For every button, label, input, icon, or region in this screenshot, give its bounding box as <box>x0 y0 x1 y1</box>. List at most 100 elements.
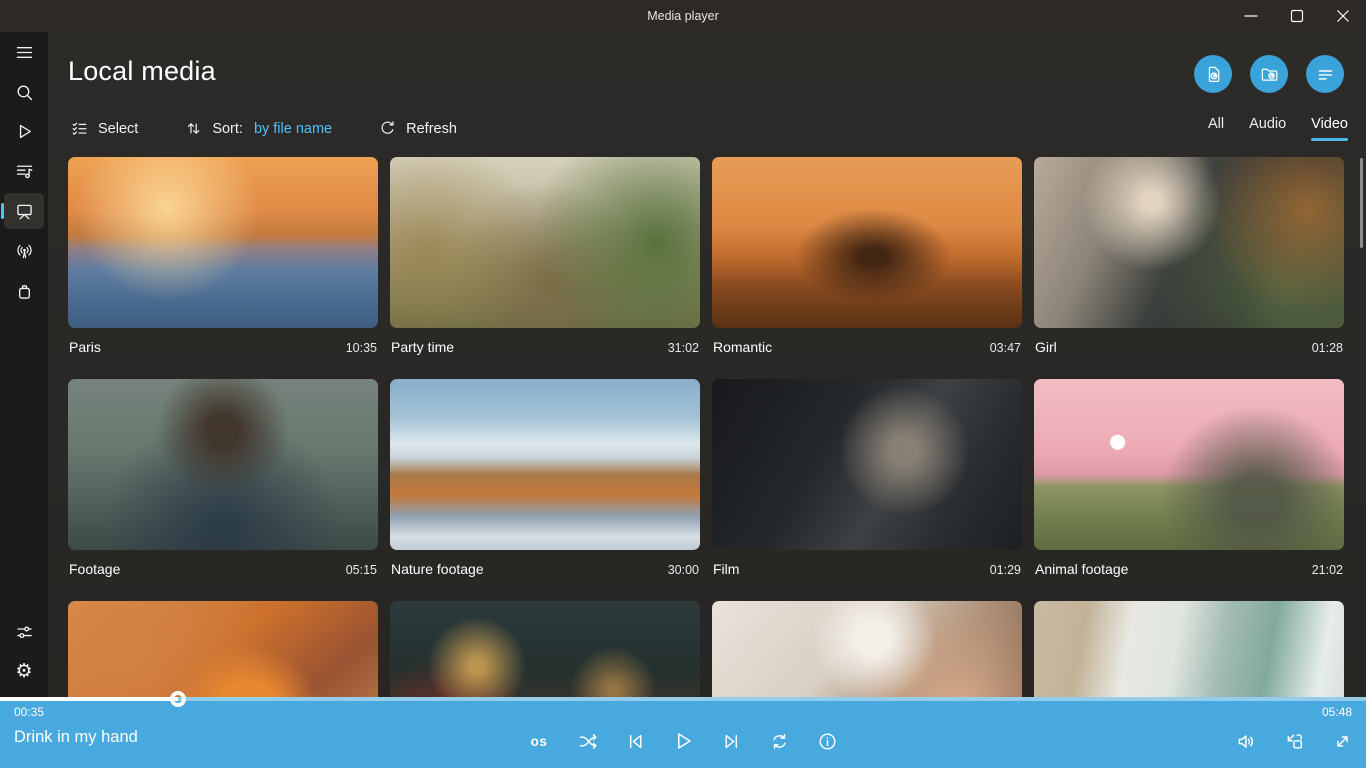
video-thumbnail <box>390 157 700 328</box>
sidebar-item-audio-settings[interactable] <box>4 614 44 650</box>
tab-audio[interactable]: Audio <box>1249 116 1286 141</box>
media-duration: 21:02 <box>1312 563 1343 577</box>
volume-icon <box>1235 730 1258 753</box>
close-button[interactable] <box>1320 0 1366 32</box>
open-folder-icon <box>1259 64 1280 85</box>
page-title: Local media <box>68 56 216 87</box>
volume-button[interactable] <box>1235 729 1257 753</box>
open-file-button[interactable] <box>1194 55 1232 93</box>
tab-video[interactable]: Video <box>1311 116 1348 141</box>
shuffle-button[interactable] <box>576 729 598 753</box>
playback-speed-icon: os <box>531 734 548 749</box>
media-type-tabs: All Audio Video <box>1208 116 1348 141</box>
tab-all[interactable]: All <box>1208 116 1224 141</box>
minimize-button[interactable] <box>1228 0 1274 32</box>
play-button[interactable] <box>672 729 694 753</box>
media-grid: Paris 10:35 Party time 31:02 Romantic 03… <box>68 157 1344 768</box>
refresh-button[interactable]: Refresh <box>372 114 463 143</box>
now-playing-title: Drink in my hand <box>14 728 138 747</box>
sort-label: Sort: <box>212 121 243 137</box>
window-controls <box>1228 0 1366 32</box>
previous-icon <box>624 730 647 753</box>
media-title: Nature footage <box>391 561 484 577</box>
media-title: Animal footage <box>1035 561 1128 577</box>
info-icon <box>816 730 839 753</box>
maximize-button[interactable] <box>1274 0 1320 32</box>
sidebar: ⚙ <box>0 32 48 768</box>
media-tile[interactable]: Animal footage 21:02 <box>1034 379 1344 577</box>
media-duration: 05:15 <box>346 563 377 577</box>
sort-arrows-icon <box>184 119 203 138</box>
media-duration: 01:28 <box>1312 341 1343 355</box>
select-label: Select <box>98 121 138 137</box>
media-duration: 10:35 <box>346 341 377 355</box>
media-title: Romantic <box>713 339 772 355</box>
media-tile[interactable]: Film 01:29 <box>712 379 1022 577</box>
fullscreen-icon <box>1331 730 1354 753</box>
select-button[interactable]: Select <box>64 114 144 143</box>
video-thumbnail <box>712 379 1022 550</box>
sidebar-item-music-library[interactable] <box>4 153 44 189</box>
sort-button[interactable]: Sort: by file name <box>178 114 338 143</box>
seek-bar[interactable] <box>0 697 1366 701</box>
sidebar-item-settings[interactable]: ⚙ <box>4 653 44 689</box>
media-tile[interactable]: Footage 05:15 <box>68 379 378 577</box>
video-thumbnail <box>1034 157 1344 328</box>
play-icon <box>14 121 35 142</box>
info-button[interactable] <box>816 729 838 753</box>
playback-speed-button[interactable]: os <box>528 729 550 753</box>
fullscreen-button[interactable] <box>1331 729 1353 753</box>
search-icon <box>14 82 35 103</box>
elapsed-time: 00:35 <box>14 705 44 719</box>
repeat-icon <box>768 730 791 753</box>
media-duration: 03:47 <box>990 341 1021 355</box>
open-file-icon <box>1203 64 1224 85</box>
playback-bar: 00:35 05:48 Drink in my hand os <box>0 697 1366 768</box>
repeat-button[interactable] <box>768 729 790 753</box>
media-title: Film <box>713 561 739 577</box>
media-tile[interactable]: Party time 31:02 <box>390 157 700 355</box>
refresh-icon <box>378 119 397 138</box>
main-content: Local media Select Sort: by file name Re… <box>48 32 1366 768</box>
video-thumbnail <box>1034 379 1344 550</box>
video-library-icon <box>14 201 35 222</box>
play-icon <box>671 729 695 753</box>
sidebar-item-broadcast[interactable] <box>4 233 44 269</box>
queue-list-icon <box>1315 64 1336 85</box>
selected-indicator <box>1 203 4 219</box>
sidebar-item-search[interactable] <box>4 74 44 110</box>
equalizer-sliders-icon <box>14 622 35 643</box>
next-icon <box>720 730 743 753</box>
queue-button[interactable] <box>1306 55 1344 93</box>
refresh-label: Refresh <box>406 121 457 137</box>
mini-player-icon <box>1283 730 1306 753</box>
total-time: 05:48 <box>1322 705 1352 719</box>
media-duration: 31:02 <box>668 341 699 355</box>
open-folder-button[interactable] <box>1250 55 1288 93</box>
previous-button[interactable] <box>624 729 646 753</box>
sidebar-item-menu[interactable] <box>4 34 44 70</box>
media-title: Girl <box>1035 339 1057 355</box>
video-thumbnail <box>68 157 378 328</box>
sidebar-item-video-library[interactable] <box>4 193 44 229</box>
maximize-icon <box>1285 4 1309 28</box>
media-duration: 01:29 <box>990 563 1021 577</box>
mini-player-button[interactable] <box>1283 729 1305 753</box>
video-thumbnail <box>390 379 700 550</box>
broadcast-icon <box>14 241 35 262</box>
media-title: Paris <box>69 339 101 355</box>
window-title: Media player <box>647 9 719 23</box>
hamburger-menu-icon <box>14 42 35 63</box>
sidebar-item-play[interactable] <box>4 113 44 149</box>
sort-value: by file name <box>254 121 332 137</box>
close-icon <box>1331 4 1355 28</box>
vertical-scrollbar[interactable] <box>1360 158 1363 248</box>
media-tile[interactable]: Paris 10:35 <box>68 157 378 355</box>
sidebar-item-devices[interactable] <box>4 273 44 309</box>
minimize-icon <box>1239 4 1263 28</box>
next-button[interactable] <box>720 729 742 753</box>
media-tile[interactable]: Romantic 03:47 <box>712 157 1022 355</box>
playback-controls: os <box>528 729 838 753</box>
media-tile[interactable]: Girl 01:28 <box>1034 157 1344 355</box>
media-tile[interactable]: Nature footage 30:00 <box>390 379 700 577</box>
